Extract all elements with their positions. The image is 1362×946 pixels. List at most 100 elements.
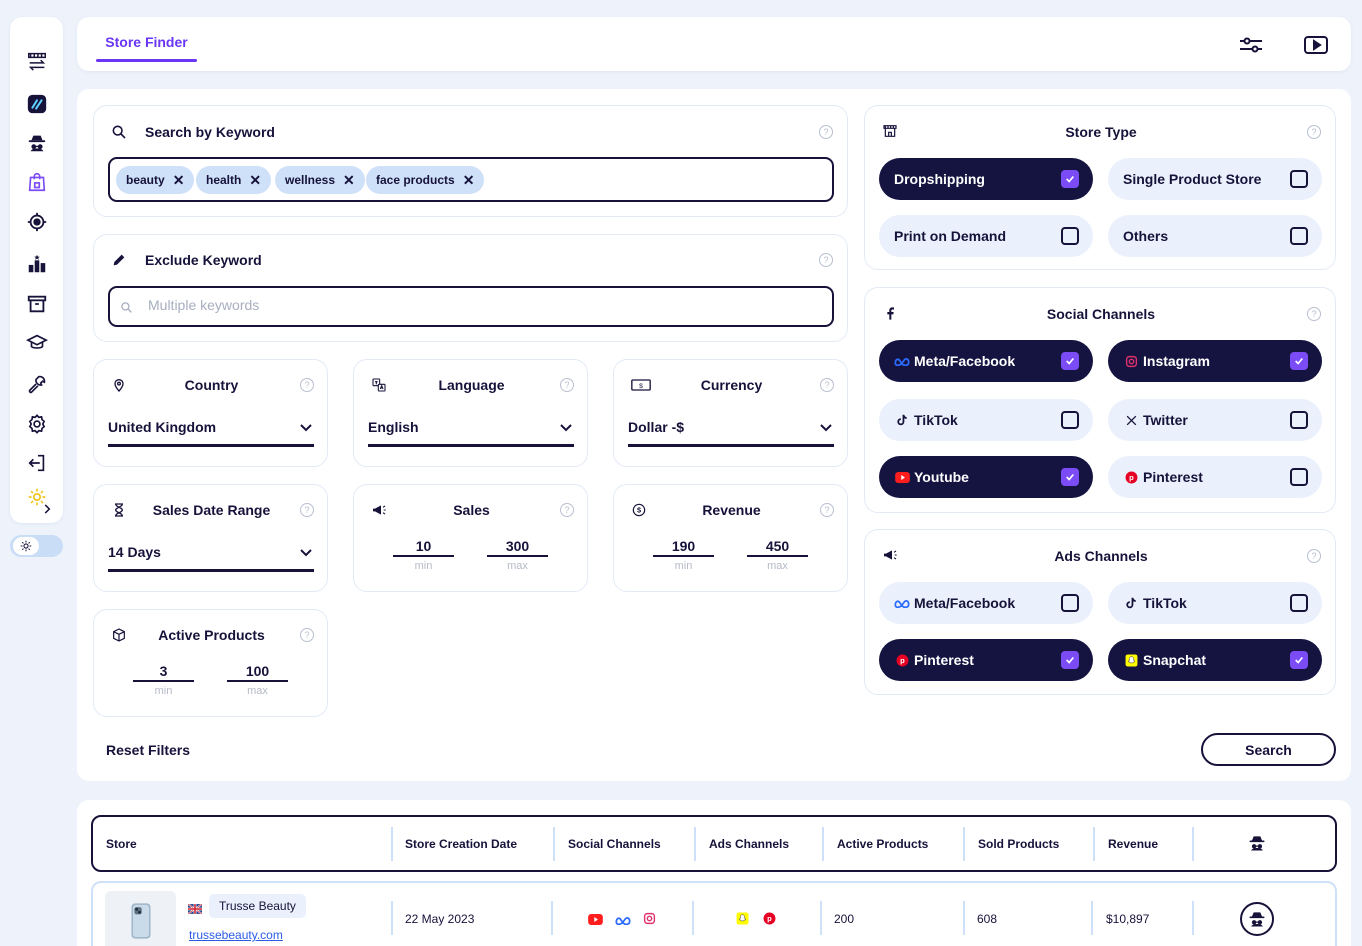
help-icon[interactable]: ? xyxy=(300,503,314,517)
keyword-input[interactable]: beauty ✕ health ✕ wellness ✕ face products ✕ xyxy=(108,157,834,202)
remove-chip-icon[interactable]: ✕ xyxy=(249,172,261,189)
help-icon[interactable]: ? xyxy=(819,125,833,139)
checkbox-icon[interactable] xyxy=(1061,227,1079,245)
sales-date-select[interactable]: 14 Days xyxy=(108,544,314,572)
social-tiktok[interactable]: TikTok xyxy=(879,399,1093,441)
social-twitter[interactable]: Twitter xyxy=(1108,399,1322,441)
checkbox-checked-icon[interactable] xyxy=(1290,651,1308,669)
checkbox-checked-icon[interactable] xyxy=(1290,352,1308,370)
remove-chip-icon[interactable]: ✕ xyxy=(343,172,355,189)
checkbox-icon[interactable] xyxy=(1061,411,1079,429)
meta-icon xyxy=(615,912,631,930)
revenue-min-input[interactable]: 190 xyxy=(653,538,714,557)
sales-date-card: Sales Date Range ? 14 Days xyxy=(93,484,328,592)
video-tutorial-icon[interactable] xyxy=(1303,32,1329,58)
country-select[interactable]: United Kingdom xyxy=(108,419,314,447)
help-icon[interactable]: ? xyxy=(819,253,833,267)
remove-chip-icon[interactable]: ✕ xyxy=(173,172,185,189)
help-icon[interactable]: ? xyxy=(1307,549,1321,563)
help-icon[interactable]: ? xyxy=(560,378,574,392)
store-type-single-product[interactable]: Single Product Store xyxy=(1108,158,1322,200)
currency-select[interactable]: Dollar -$ xyxy=(628,419,834,447)
checkbox-checked-icon[interactable] xyxy=(1061,468,1079,486)
checkbox-checked-icon[interactable] xyxy=(1061,651,1079,669)
remove-chip-icon[interactable]: ✕ xyxy=(463,172,475,189)
target-icon[interactable] xyxy=(10,208,63,236)
filter-sliders-icon[interactable] xyxy=(1238,32,1264,58)
help-icon[interactable]: ? xyxy=(1307,125,1321,139)
store-finder-icon[interactable] xyxy=(10,168,63,196)
language-select[interactable]: English xyxy=(368,419,574,447)
store-url-link[interactable]: trussebeauty.com xyxy=(189,928,283,942)
help-icon[interactable]: ? xyxy=(820,503,834,517)
option-label: Twitter xyxy=(1143,412,1188,428)
academy-icon[interactable] xyxy=(10,328,63,356)
checkbox-icon[interactable] xyxy=(1290,411,1308,429)
store-type-print-on-demand[interactable]: Print on Demand xyxy=(879,215,1093,257)
active-products-min-input[interactable]: 3 xyxy=(133,663,194,682)
option-label: Others xyxy=(1123,228,1169,244)
exclude-keyword-input[interactable] xyxy=(148,297,748,313)
column-ads-channels[interactable]: Ads Channels xyxy=(709,837,789,851)
column-creation-date[interactable]: Store Creation Date xyxy=(405,837,517,851)
help-icon[interactable]: ? xyxy=(560,503,574,517)
expand-sidebar-icon[interactable] xyxy=(32,495,62,523)
column-sold-products[interactable]: Sold Products xyxy=(978,837,1059,851)
store-type-others[interactable]: Others xyxy=(1108,215,1322,257)
creation-date: 22 May 2023 xyxy=(405,912,475,926)
help-icon[interactable]: ? xyxy=(1307,307,1321,321)
checkbox-checked-icon[interactable] xyxy=(1061,170,1079,188)
chevron-down-icon xyxy=(820,424,832,432)
tools-icon[interactable] xyxy=(10,370,63,398)
active-products-max-input[interactable]: 100 xyxy=(227,663,288,682)
ads-snapchat[interactable]: Snapchat xyxy=(1108,639,1322,681)
chip-label: wellness xyxy=(285,173,336,187)
tab-store-finder[interactable]: Store Finder xyxy=(96,34,197,60)
checkbox-icon[interactable] xyxy=(1061,594,1079,612)
help-icon[interactable]: ? xyxy=(300,378,314,392)
store-type-dropshipping[interactable]: Dropshipping xyxy=(879,158,1093,200)
column-divider xyxy=(963,901,965,935)
column-store[interactable]: Store xyxy=(106,837,137,851)
reset-filters-link[interactable]: Reset Filters xyxy=(106,742,190,758)
checkbox-icon[interactable] xyxy=(1290,594,1308,612)
spy-icon xyxy=(1249,912,1265,927)
logout-icon[interactable] xyxy=(10,449,63,477)
social-channels-title: Social Channels xyxy=(1046,306,1156,322)
column-active-products[interactable]: Active Products xyxy=(837,837,928,851)
sales-max-input[interactable]: 300 xyxy=(487,538,548,557)
spy-store-button[interactable] xyxy=(1240,902,1274,936)
spy-icon[interactable] xyxy=(10,129,63,157)
ranking-icon[interactable] xyxy=(10,250,63,278)
checkbox-icon[interactable] xyxy=(1290,170,1308,188)
social-instagram[interactable]: Instagram xyxy=(1108,340,1322,382)
ads-pinterest[interactable]: p Pinterest xyxy=(879,639,1093,681)
ads-meta-facebook[interactable]: Meta/Facebook xyxy=(879,582,1093,624)
column-revenue[interactable]: Revenue xyxy=(1108,837,1158,851)
column-social-channels[interactable]: Social Channels xyxy=(568,837,661,851)
search-icon xyxy=(110,123,128,141)
help-icon[interactable]: ? xyxy=(300,628,314,642)
help-icon[interactable]: ? xyxy=(820,378,834,392)
store-swap-icon[interactable] xyxy=(10,47,63,75)
search-button[interactable]: Search xyxy=(1201,733,1336,766)
settings-icon[interactable] xyxy=(10,410,63,438)
social-meta-facebook[interactable]: Meta/Facebook xyxy=(879,340,1093,382)
checkbox-icon[interactable] xyxy=(1290,227,1308,245)
ads-tiktok[interactable]: TikTok xyxy=(1108,582,1322,624)
currency-title: Currency xyxy=(700,377,763,393)
option-label: Pinterest xyxy=(914,652,974,668)
theme-toggle[interactable] xyxy=(10,535,63,557)
revenue-max-input[interactable]: 450 xyxy=(747,538,808,557)
table-row[interactable]: Trusse Beauty trussebeauty.com 22 May 20… xyxy=(91,881,1337,946)
archive-icon[interactable] xyxy=(10,290,63,318)
checkbox-icon[interactable] xyxy=(1290,468,1308,486)
social-youtube[interactable]: Youtube xyxy=(879,456,1093,498)
column-divider xyxy=(391,901,393,935)
app-logo-icon[interactable] xyxy=(10,90,63,118)
country-title: Country xyxy=(184,377,239,393)
checkbox-checked-icon[interactable] xyxy=(1061,352,1079,370)
sales-min-input[interactable]: 10 xyxy=(393,538,454,557)
social-pinterest[interactable]: p Pinterest xyxy=(1108,456,1322,498)
youtube-icon xyxy=(894,469,910,485)
